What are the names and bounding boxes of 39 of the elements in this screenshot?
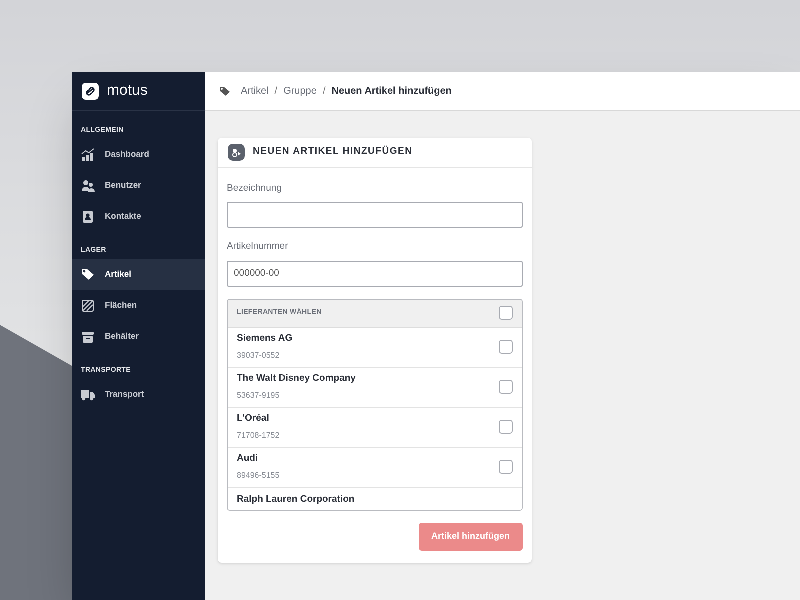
supplier-name: Siemens AG bbox=[237, 332, 293, 346]
breadcrumb-separator: / bbox=[274, 84, 278, 98]
supplier-name: L'Oréal bbox=[237, 412, 270, 426]
box-icon bbox=[81, 330, 95, 344]
input-field[interactable] bbox=[227, 202, 523, 228]
supplier-number: 39037-0552 bbox=[237, 350, 281, 362]
breadcrumb-current: Neuen Artikel hinzufügen bbox=[332, 84, 452, 98]
bar-chart-icon bbox=[81, 148, 95, 162]
breadcrumb-link[interactable]: Artikel bbox=[241, 84, 269, 98]
card-title: NEUEN ARTIKEL HINZUFÜGEN bbox=[253, 145, 413, 160]
select-all-checkbox[interactable] bbox=[499, 306, 513, 320]
users-icon bbox=[81, 178, 95, 192]
supplier-name: The Walt Disney Company bbox=[237, 372, 356, 386]
checkbox[interactable] bbox=[499, 340, 513, 354]
sidebar-item[interactable]: Behälter bbox=[72, 321, 205, 352]
breadcrumb-separator: / bbox=[322, 84, 326, 98]
sidebar-item[interactable]: Dashboard bbox=[72, 139, 205, 170]
sidebar-item[interactable]: Artikel bbox=[72, 259, 205, 290]
sidebar-item[interactable]: Transport bbox=[72, 379, 205, 410]
truck-icon bbox=[81, 388, 95, 402]
checkbox[interactable] bbox=[499, 460, 513, 474]
supplier-number: 71708-1752 bbox=[237, 430, 280, 442]
breadcrumb-link[interactable]: Gruppe bbox=[284, 84, 317, 98]
supplier-number: 53637-9195 bbox=[237, 390, 281, 402]
logo-icon bbox=[82, 82, 99, 100]
sidebar-item[interactable]: Flächen bbox=[72, 290, 205, 321]
sidebar-item[interactable]: Kontakte bbox=[72, 201, 205, 232]
logo-text: motus bbox=[107, 80, 148, 101]
hatched-square-icon bbox=[81, 298, 95, 312]
supplier-name: Ralph Lauren Corporation bbox=[237, 492, 355, 506]
checkbox[interactable] bbox=[499, 420, 513, 434]
field-label: Bezeichnung bbox=[227, 182, 283, 196]
input-field[interactable]: 000000-00 bbox=[227, 260, 523, 286]
supplier-number: 89496-5155 bbox=[237, 470, 280, 482]
field-label: Artikelnummer bbox=[227, 240, 290, 254]
address-book-icon bbox=[81, 210, 95, 224]
sidebar-item[interactable]: Benutzer bbox=[72, 170, 205, 201]
supplier-name: Audi bbox=[237, 452, 260, 466]
checkbox[interactable] bbox=[499, 380, 513, 394]
